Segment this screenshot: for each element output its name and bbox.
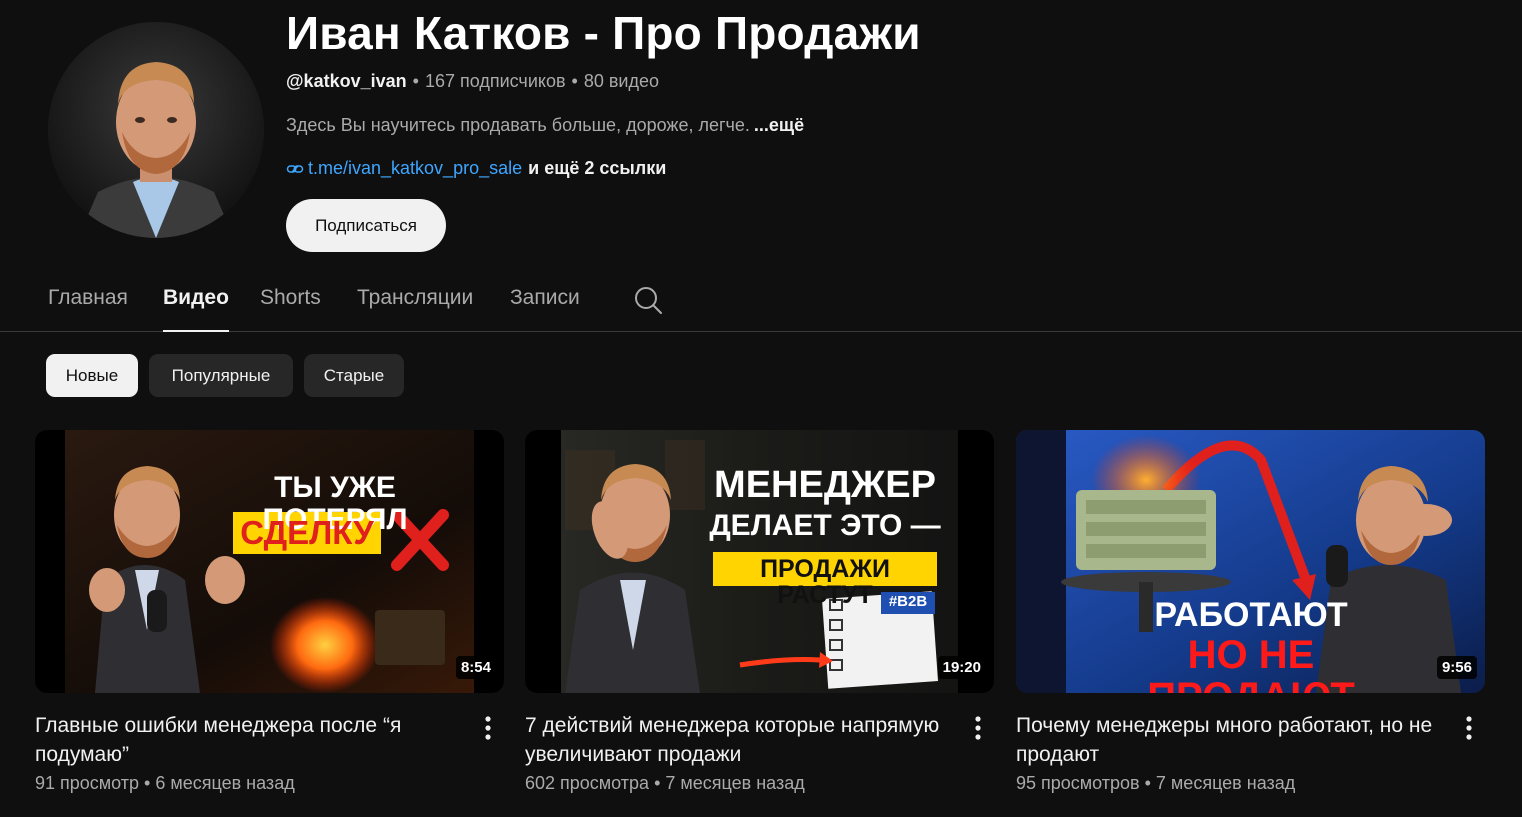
more-vert-icon[interactable] — [476, 714, 500, 742]
video-count: 80 видео — [583, 71, 660, 91]
video-card: МЕНЕДЖЕР ДЕЛАЕТ ЭТО — ПРОДАЖИ РАСТУТ #B2… — [525, 430, 994, 794]
video-thumbnail[interactable]: РАБОТАЮТ НО НЕ ПРОДАЮТ 9:56 — [1016, 430, 1485, 693]
video-duration: 8:54 — [455, 656, 496, 679]
video-thumbnail[interactable]: МЕНЕДЖЕР ДЕЛАЕТ ЭТО — ПРОДАЖИ РАСТУТ #B2… — [525, 430, 994, 693]
video-age: 7 месяцев назад — [665, 773, 805, 793]
video-meta: 91 просмотр • 6 месяцев назад — [35, 773, 504, 794]
more-links-button[interactable]: и ещё 2 ссылки — [528, 158, 666, 179]
tab-home[interactable]: Главная — [48, 286, 128, 330]
separator: • — [1144, 773, 1151, 793]
description-more-button[interactable]: ...ещё — [754, 115, 804, 135]
tab-videos[interactable]: Видео — [163, 286, 229, 332]
thumbnail-image — [35, 430, 504, 693]
video-age: 7 месяцев назад — [1155, 773, 1296, 793]
separator: • — [654, 773, 661, 793]
video-views: 91 просмотр — [35, 773, 140, 793]
video-duration: 19:20 — [937, 656, 986, 679]
video-title[interactable]: Главные ошибки менеджера после “я подума… — [35, 711, 455, 769]
video-duration: 9:56 — [1436, 656, 1477, 679]
more-vert-icon[interactable] — [1457, 714, 1481, 742]
separator: • — [144, 773, 151, 793]
video-card: ТЫ УЖЕ ПОТЕРЯЛ СДЕЛКУ 8:54 Главные ошибк… — [35, 430, 504, 794]
thumbnail-text-line1: РАБОТАЮТ — [1154, 596, 1348, 634]
separator: • — [412, 71, 419, 91]
channel-meta: @katkov_ivan • 167 подписчиков • 80 видео — [286, 71, 659, 92]
video-views: 95 просмотров — [1016, 773, 1140, 793]
chip-popular[interactable]: Популярные — [149, 354, 293, 397]
chip-newest[interactable]: Новые — [46, 354, 138, 397]
video-title[interactable]: 7 действий менеджера которые напрямую ув… — [525, 711, 945, 769]
thumbnail-text-line2: НО НЕ ПРОДАЮТ — [1147, 633, 1355, 693]
tab-shorts[interactable]: Shorts — [260, 286, 321, 330]
chip-oldest[interactable]: Старые — [304, 354, 404, 397]
channel-handle: @katkov_ivan — [286, 71, 407, 91]
channel-title: Иван Катков - Про Продажи — [286, 7, 921, 59]
subscribe-button[interactable]: Подписаться — [286, 199, 446, 252]
video-age: 6 месяцев назад — [155, 773, 295, 793]
description-text: Здесь Вы научитесь продавать больше, дор… — [286, 115, 750, 135]
tab-posts[interactable]: Записи — [510, 286, 580, 330]
channel-description[interactable]: Здесь Вы научитесь продавать больше, дор… — [286, 115, 804, 136]
avatar-photo — [48, 22, 264, 238]
link-icon — [286, 164, 304, 173]
thumbnail-text-line2: ДЕЛАЕТ ЭТО — — [709, 509, 941, 542]
video-meta: 95 просмотров • 7 месяцев назад — [1016, 773, 1485, 794]
thumbnail-text-line1: МЕНЕДЖЕР — [714, 464, 936, 506]
thumbnail-tag: #B2B — [888, 593, 928, 610]
video-card: РАБОТАЮТ НО НЕ ПРОДАЮТ 9:56 Почему менед… — [1016, 430, 1485, 794]
tab-live[interactable]: Трансляции — [357, 286, 473, 330]
video-meta: 602 просмотра • 7 месяцев назад — [525, 773, 994, 794]
channel-page: Иван Катков - Про Продажи @katkov_ivan • 1… — [0, 0, 1522, 817]
channel-links: t.me/ivan_katkov_pro_sale и ещё 2 ссылки — [286, 158, 666, 179]
more-vert-icon[interactable] — [966, 714, 990, 742]
channel-avatar[interactable] — [48, 22, 264, 238]
search-icon[interactable] — [633, 285, 663, 315]
video-views: 602 просмотра — [525, 773, 650, 793]
thumbnail-text-line2: СДЕЛКУ — [240, 514, 374, 551]
video-thumbnail[interactable]: ТЫ УЖЕ ПОТЕРЯЛ СДЕЛКУ 8:54 — [35, 430, 504, 693]
separator: • — [571, 71, 578, 91]
subscriber-count: 167 подписчиков — [424, 71, 566, 91]
channel-link[interactable]: t.me/ivan_katkov_pro_sale — [308, 158, 522, 179]
channel-tabs: Главная Видео Shorts Трансляции Записи — [0, 268, 1522, 332]
video-title[interactable]: Почему менеджеры много работают, но не п… — [1016, 711, 1436, 769]
